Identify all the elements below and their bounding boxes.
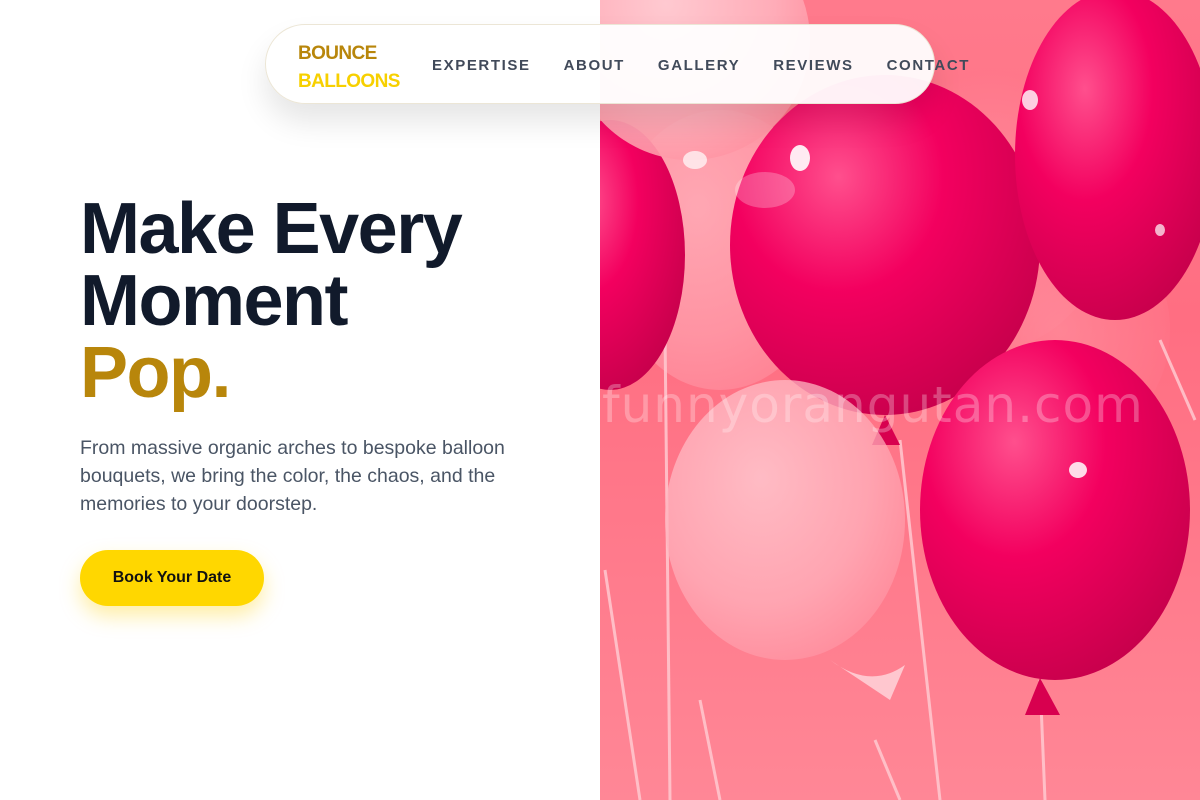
hero-subtext: From massive organic arches to bespoke b… [80, 437, 505, 515]
brand-logo-line1: BOUNCE [298, 43, 377, 64]
hero-headline: Make Every Moment Pop. [80, 189, 463, 413]
nav-link-reviews[interactable]: REVIEWS [773, 57, 853, 74]
nav-link-contact[interactable]: CONTACT [887, 57, 970, 74]
nav-link-about[interactable]: ABOUT [564, 57, 625, 74]
nav-link-gallery[interactable]: GALLERY [658, 57, 740, 74]
book-your-date-button[interactable]: Book Your Date [80, 550, 264, 606]
landing-page: funnyorangutan.com BOUNCE BALLOONS EXPER… [0, 0, 1200, 800]
top-navigation: BOUNCE BALLOONS EXPERTISE ABOUT GALLERY … [265, 24, 968, 104]
watermark-text: funnyorangutan.com [602, 376, 1144, 434]
brand-logo[interactable]: BOUNCE BALLOONS [298, 40, 400, 96]
nav-links: EXPERTISE ABOUT GALLERY REVIEWS CONTACT [432, 25, 970, 105]
hero-headline-accent: Pop. [80, 333, 232, 413]
nav-link-expertise[interactable]: EXPERTISE [432, 57, 531, 74]
balloons-photo: funnyorangutan.com [600, 0, 1200, 800]
brand-logo-line2: BALLOONS [298, 71, 400, 92]
hero-headline-line1: Make Every [80, 189, 463, 269]
hero-headline-line2: Moment [80, 261, 348, 341]
